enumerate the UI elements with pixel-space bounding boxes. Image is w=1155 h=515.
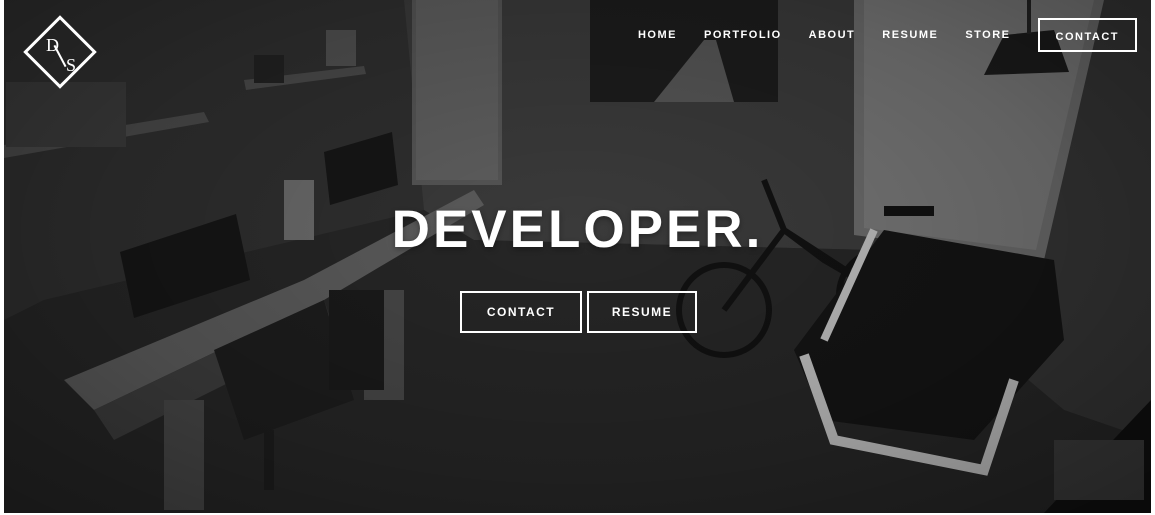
nav-contact-button[interactable]: CONTACT bbox=[1037, 17, 1137, 52]
resume-button[interactable]: RESUME bbox=[587, 291, 697, 333]
nav-about[interactable]: ABOUT bbox=[809, 29, 856, 41]
hero-section: D S HOME PORTFOLIO ABOUT RESUME STORE CO… bbox=[4, 0, 1151, 513]
nav-resume[interactable]: RESUME bbox=[882, 29, 938, 41]
logo-letter-bottom: S bbox=[66, 55, 77, 75]
logo-diamond-icon bbox=[23, 15, 97, 89]
contact-button[interactable]: CONTACT bbox=[460, 291, 582, 333]
nav-portfolio[interactable]: PORTFOLIO bbox=[704, 29, 782, 41]
hero-headline: DEVELOPER. bbox=[391, 200, 764, 259]
main-nav: HOME PORTFOLIO ABOUT RESUME STORE CONTAC… bbox=[638, 16, 1137, 53]
logo[interactable]: D S bbox=[22, 14, 102, 94]
nav-home[interactable]: HOME bbox=[638, 29, 677, 41]
hero-cta-group: CONTACT RESUME bbox=[460, 291, 697, 333]
nav-store[interactable]: STORE bbox=[965, 29, 1010, 41]
